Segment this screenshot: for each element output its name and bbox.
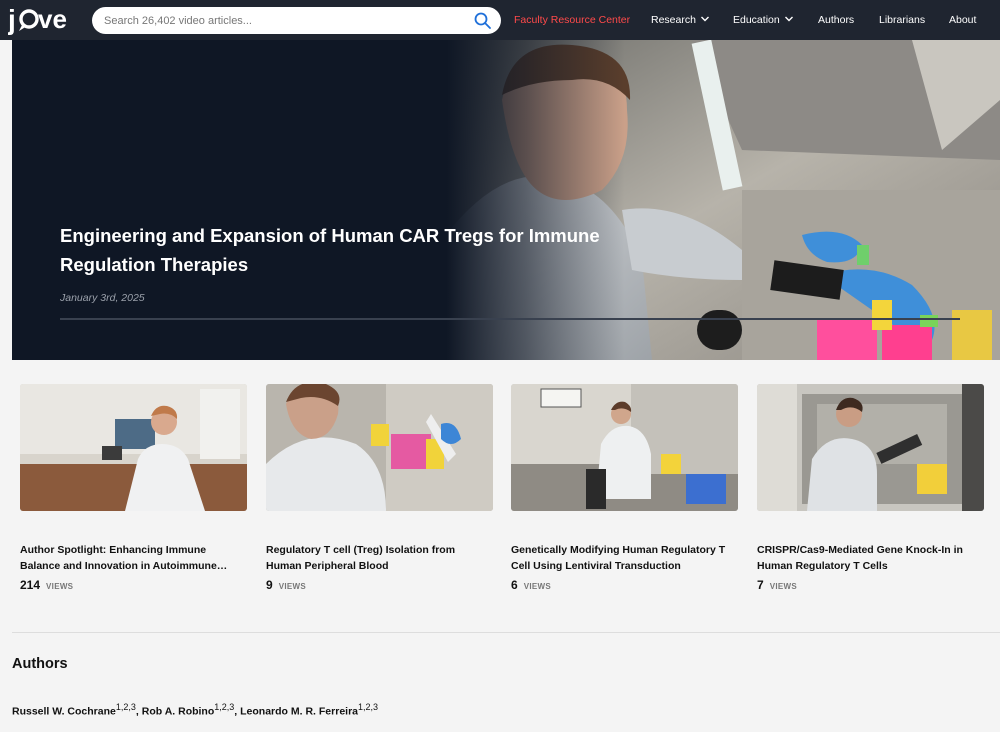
views-label: VIEWS [523, 582, 551, 591]
author-affiliations: 1,2,3 [115, 702, 136, 712]
search-box [92, 7, 501, 34]
author-affiliations: 1,2,3 [214, 702, 235, 712]
author-name[interactable]: Russell W. Cochrane [12, 706, 116, 718]
jove-logo[interactable]: j ve jove [8, 4, 78, 36]
nav-about[interactable]: About [949, 0, 976, 40]
top-navigation-bar: j ve jove Faculty Resource Center Resear… [0, 0, 1000, 40]
views-count: 6 [511, 578, 518, 592]
author-name[interactable]: Rob A. Robino [142, 706, 215, 718]
chevron-down-icon [784, 16, 793, 22]
chevron-down-icon [700, 16, 709, 22]
video-title[interactable]: Regulatory T cell (Treg) Isolation from … [266, 542, 493, 574]
video-title[interactable]: CRISPR/Cas9-Mediated Gene Knock-In in Hu… [757, 542, 984, 574]
views-count: 9 [266, 578, 273, 592]
video-thumbnail[interactable] [511, 384, 738, 511]
hero-divider [60, 318, 960, 320]
author-affiliations: 1,2,3 [358, 702, 379, 712]
nav-research-label: Research [651, 14, 696, 26]
hero-gradient-overlay [12, 40, 1000, 360]
video-views: 9 VIEWS [266, 576, 306, 594]
video-views: 6 VIEWS [511, 576, 551, 594]
nav-librarians[interactable]: Librarians [879, 0, 925, 40]
nav-faculty-resource-center[interactable]: Faculty Resource Center [514, 0, 630, 40]
video-thumbnail[interactable] [20, 384, 247, 511]
video-thumbnail[interactable] [757, 384, 984, 511]
hero-title[interactable]: Engineering and Expansion of Human CAR T… [60, 221, 620, 279]
video-thumbnail[interactable] [266, 384, 493, 511]
nav-education-label: Education [733, 14, 780, 26]
nav-authors[interactable]: Authors [818, 0, 854, 40]
search-input[interactable] [104, 7, 464, 34]
authors-heading: Authors [12, 656, 68, 672]
views-count: 7 [757, 578, 764, 592]
video-title[interactable]: Author Spotlight: Enhancing Immune Balan… [20, 542, 247, 574]
hero-date: January 3rd, 2025 [60, 292, 145, 304]
video-views: 214 VIEWS [20, 576, 73, 594]
views-label: VIEWS [278, 582, 306, 591]
nav-education[interactable]: Education [733, 0, 794, 40]
nav-research[interactable]: Research [651, 0, 710, 40]
search-icon[interactable] [474, 12, 491, 29]
authors-list: Russell W. Cochrane1,2,3, Rob A. Robino1… [12, 702, 378, 718]
hero-banner[interactable]: Engineering and Expansion of Human CAR T… [12, 40, 1000, 360]
svg-text:ve: ve [38, 4, 67, 34]
author-name[interactable]: Leonardo M. R. Ferreira [240, 706, 358, 718]
views-label: VIEWS [46, 582, 74, 591]
video-title[interactable]: Genetically Modifying Human Regulatory T… [511, 542, 738, 574]
svg-text:j: j [8, 4, 16, 35]
views-count: 214 [20, 578, 41, 592]
video-views: 7 VIEWS [757, 576, 797, 594]
section-divider [12, 632, 1000, 633]
views-label: VIEWS [769, 582, 797, 591]
